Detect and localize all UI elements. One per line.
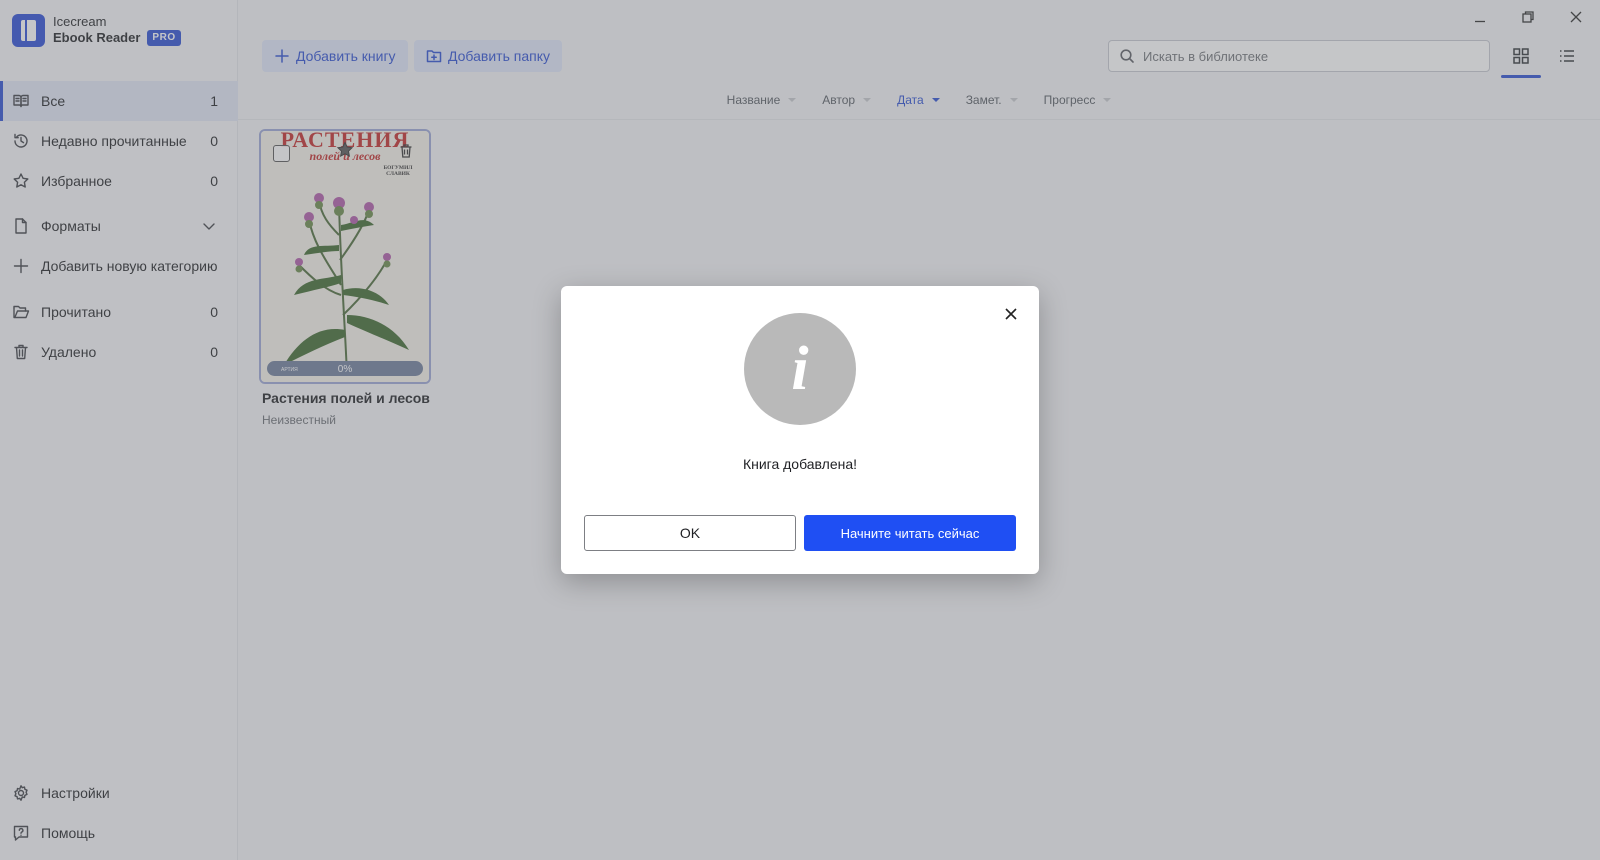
info-icon: i [744,313,856,425]
book-added-dialog: i Книга добавлена! OK Начните читать сей… [561,286,1039,574]
info-glyph: i [791,335,809,403]
start-reading-button[interactable]: Начните читать сейчас [804,515,1016,551]
dialog-close-button[interactable] [1001,304,1021,324]
ok-button[interactable]: OK [584,515,796,551]
dialog-message: Книга добавлена! [742,456,858,472]
close-icon [1005,308,1017,320]
